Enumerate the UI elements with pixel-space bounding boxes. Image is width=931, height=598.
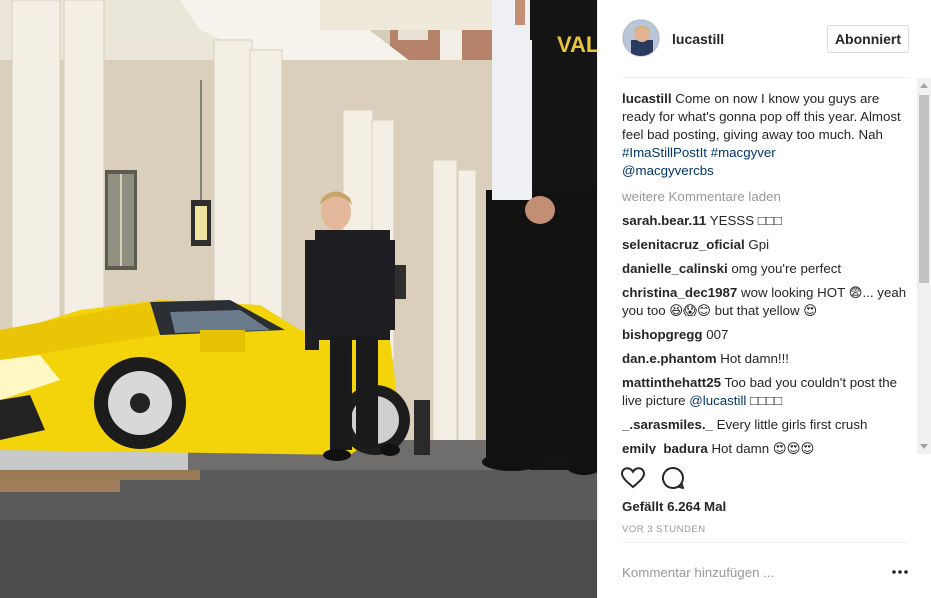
header-divider: [622, 77, 909, 78]
post-timestamp[interactable]: VOR 3 STUNDEN: [622, 524, 706, 535]
post-details-panel: lucastill Abonniert lucastill Come on no…: [597, 0, 931, 598]
author-username[interactable]: lucastill: [672, 31, 724, 47]
comment-item: christina_dec1987 wow looking HOT 😨... y…: [622, 284, 914, 320]
avatar-image: [623, 20, 659, 56]
comment-item: danielle_calinski omg you're perfect: [622, 260, 914, 278]
caption-hashtags[interactable]: #ImaStillPostIt #macgyver: [622, 145, 776, 160]
comment-mention[interactable]: @lucastill: [689, 393, 746, 408]
comment-item: _.sarasmiles._ Every little girls first …: [622, 416, 914, 434]
comment-text: YESSS □□□: [709, 213, 782, 228]
comment-text: omg you're perfect: [731, 261, 842, 276]
post-caption: lucastill Come on now I know you guys ar…: [622, 90, 914, 180]
comment-username[interactable]: emily_badura: [622, 441, 708, 454]
photo-vest-text: VALE: [557, 32, 597, 57]
scroll-up-arrow-icon[interactable]: [920, 83, 928, 88]
comment-item: emily_badura Hot damn 😍😍😍: [622, 440, 914, 454]
comment-item: dan.e.phantom Hot damn!!!: [622, 350, 914, 368]
comment-username[interactable]: selenitacruz_oficial: [622, 237, 745, 252]
comment-text: Every little girls first crush: [716, 417, 868, 432]
following-button[interactable]: Abonniert: [827, 25, 909, 53]
author-avatar[interactable]: [622, 19, 660, 57]
scroll-down-arrow-icon[interactable]: [920, 444, 928, 449]
comment-username[interactable]: mattinthehatt25: [622, 375, 721, 390]
comment-text: 007: [706, 327, 729, 342]
comment-username[interactable]: _.sarasmiles._: [622, 417, 713, 432]
comment-text: Gpi: [748, 237, 770, 252]
comment-icon[interactable]: [660, 465, 686, 491]
load-more-comments-link[interactable]: weitere Kommentare laden: [622, 188, 914, 206]
more-options-icon[interactable]: [891, 566, 909, 578]
comment-username[interactable]: bishopgregg: [622, 327, 703, 342]
comment-username[interactable]: sarah.bear.11: [622, 213, 706, 228]
comment-item: bishopgregg 007: [622, 326, 914, 344]
add-comment-input[interactable]: [622, 560, 872, 584]
comment-text: Hot damn!!!: [720, 351, 789, 366]
caption-username[interactable]: lucastill: [622, 91, 672, 106]
comments-scrollbar[interactable]: [917, 78, 931, 454]
comment-username[interactable]: danielle_calinski: [622, 261, 728, 276]
comment-suffix: □□□□: [746, 393, 783, 408]
comment-item: selenitacruz_oficial Gpi: [622, 236, 914, 254]
comment-item: mattinthehatt25 Too bad you couldn't pos…: [622, 374, 914, 410]
post-photo-illustration: VALE: [0, 0, 597, 598]
heart-icon[interactable]: [620, 465, 646, 491]
post-header: lucastill Abonniert: [598, 0, 931, 78]
footer-divider: [622, 542, 909, 543]
like-count[interactable]: Gefällt 6.264 Mal: [622, 499, 726, 514]
caption-mention[interactable]: @macgyvercbs: [622, 163, 714, 178]
comment-username[interactable]: dan.e.phantom: [622, 351, 717, 366]
scrollbar-thumb[interactable]: [919, 95, 929, 283]
comment-username[interactable]: christina_dec1987: [622, 285, 737, 300]
post-photo[interactable]: VALE: [0, 0, 597, 598]
comments-list[interactable]: lucastill Come on now I know you guys ar…: [622, 88, 914, 454]
comment-text: Hot damn 😍😍😍: [711, 441, 815, 454]
comment-item: sarah.bear.11 YESSS □□□: [622, 212, 914, 230]
